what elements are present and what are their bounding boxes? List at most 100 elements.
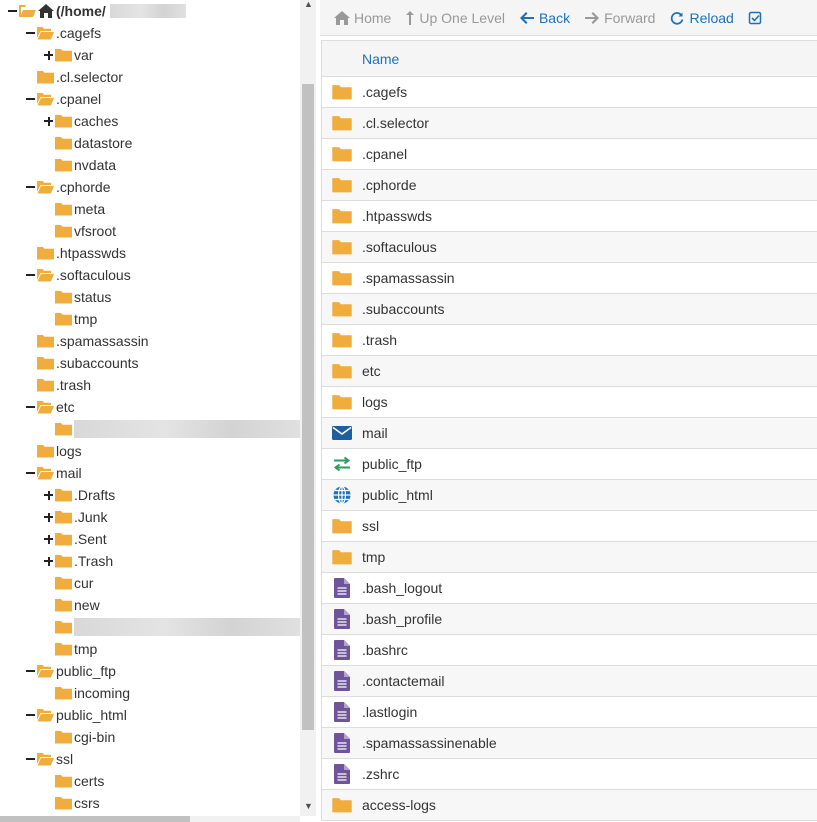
- collapse-icon[interactable]: [24, 22, 36, 44]
- scroll-up-icon[interactable]: ▲: [304, 0, 313, 9]
- table-row[interactable]: .htpasswds: [322, 201, 817, 232]
- table-row[interactable]: .spamassassinenable: [322, 728, 817, 759]
- table-row[interactable]: .bash_logout: [322, 573, 817, 604]
- tree-item[interactable]: tmp: [42, 638, 97, 660]
- file-name[interactable]: ssl: [362, 518, 379, 534]
- file-name[interactable]: etc: [362, 363, 381, 379]
- file-name[interactable]: mail: [362, 425, 388, 441]
- expand-icon[interactable]: [42, 44, 54, 66]
- tree-item[interactable]: .htpasswds: [24, 242, 126, 264]
- table-row[interactable]: .softaculous: [322, 232, 817, 263]
- file-name[interactable]: .subaccounts: [362, 301, 445, 317]
- tree-item[interactable]: public_html: [24, 704, 127, 726]
- file-name[interactable]: .cagefs: [362, 84, 407, 100]
- tree-item[interactable]: csrs: [42, 792, 100, 814]
- tree-item[interactable]: .Trash: [42, 550, 113, 572]
- table-row[interactable]: mail: [322, 418, 817, 449]
- tree-item[interactable]: .trash: [24, 374, 91, 396]
- table-row[interactable]: ssl: [322, 511, 817, 542]
- scrollbar-thumb[interactable]: [0, 816, 190, 822]
- tree-item[interactable]: nvdata: [42, 154, 116, 176]
- tree-item[interactable]: public_ftp: [24, 660, 116, 682]
- file-name[interactable]: .bashrc: [362, 642, 408, 658]
- tree-item[interactable]: .Drafts: [42, 484, 115, 506]
- tree-item[interactable]: [42, 616, 300, 638]
- tree-item[interactable]: mail: [24, 462, 82, 484]
- table-row[interactable]: .cpanel: [322, 139, 817, 170]
- tree-vertical-scrollbar[interactable]: ▲ ▼: [300, 0, 316, 816]
- expand-icon[interactable]: [42, 528, 54, 550]
- collapse-icon[interactable]: [24, 396, 36, 418]
- table-row[interactable]: public_ftp: [322, 449, 817, 480]
- table-row[interactable]: .trash: [322, 325, 817, 356]
- select-all-button[interactable]: [748, 0, 768, 36]
- tree-item[interactable]: .cphorde: [24, 176, 110, 198]
- file-name[interactable]: .softaculous: [362, 239, 437, 255]
- file-name[interactable]: .bash_logout: [362, 580, 442, 596]
- file-name[interactable]: .bash_profile: [362, 611, 442, 627]
- expand-icon[interactable]: [42, 506, 54, 528]
- file-name[interactable]: .spamassassinenable: [362, 735, 497, 751]
- reload-button[interactable]: Reload: [669, 0, 734, 36]
- file-name[interactable]: public_html: [362, 487, 433, 503]
- tree-item[interactable]: tmp: [42, 308, 97, 330]
- tree-item[interactable]: vfsroot: [42, 220, 116, 242]
- table-row[interactable]: .bash_profile: [322, 604, 817, 635]
- tree-item[interactable]: .Sent: [42, 528, 107, 550]
- tree-item[interactable]: caches: [42, 110, 118, 132]
- collapse-icon[interactable]: [24, 462, 36, 484]
- forward-button[interactable]: Forward: [584, 0, 655, 36]
- file-name[interactable]: .spamassassin: [362, 270, 455, 286]
- tree-item[interactable]: var: [42, 44, 93, 66]
- file-name[interactable]: .cphorde: [362, 177, 416, 193]
- file-name[interactable]: .contactemail: [362, 673, 444, 689]
- file-name[interactable]: .cpanel: [362, 146, 407, 162]
- tree-item[interactable]: ssl: [24, 748, 73, 770]
- tree-item[interactable]: logs: [24, 440, 82, 462]
- table-row[interactable]: public_html: [322, 480, 817, 511]
- table-row[interactable]: .bashrc: [322, 635, 817, 666]
- tree-item[interactable]: status: [42, 286, 111, 308]
- table-row[interactable]: .subaccounts: [322, 294, 817, 325]
- collapse-icon[interactable]: [24, 660, 36, 682]
- table-row[interactable]: .lastlogin: [322, 697, 817, 728]
- tree-item[interactable]: meta: [42, 198, 105, 220]
- tree-root[interactable]: (/home/: [6, 0, 186, 22]
- tree-item[interactable]: cgi-bin: [42, 726, 115, 748]
- expand-icon[interactable]: [42, 484, 54, 506]
- table-row[interactable]: .zshrc: [322, 759, 817, 790]
- tree-item[interactable]: incoming: [42, 682, 130, 704]
- table-row[interactable]: .contactemail: [322, 666, 817, 697]
- tree-item[interactable]: etc: [24, 396, 75, 418]
- up-one-level-button[interactable]: Up One Level: [405, 0, 505, 36]
- tree-item[interactable]: .softaculous: [24, 264, 131, 286]
- file-name[interactable]: .cl.selector: [362, 115, 429, 131]
- tree-item[interactable]: datastore: [42, 132, 132, 154]
- table-row[interactable]: access-logs: [322, 790, 817, 821]
- file-name[interactable]: access-logs: [362, 797, 436, 813]
- tree-item[interactable]: .cagefs: [24, 22, 101, 44]
- back-button[interactable]: Back: [519, 0, 570, 36]
- tree-item[interactable]: cur: [42, 572, 93, 594]
- tree-item[interactable]: certs: [42, 770, 104, 792]
- table-row[interactable]: tmp: [322, 542, 817, 573]
- collapse-icon[interactable]: [24, 88, 36, 110]
- tree-item[interactable]: new: [42, 594, 100, 616]
- file-name[interactable]: .lastlogin: [362, 704, 417, 720]
- file-name[interactable]: .htpasswds: [362, 208, 432, 224]
- collapse-icon[interactable]: [24, 176, 36, 198]
- file-name[interactable]: public_ftp: [362, 456, 422, 472]
- collapse-icon[interactable]: [24, 704, 36, 726]
- tree-item[interactable]: .subaccounts: [24, 352, 139, 374]
- scrollbar-thumb[interactable]: [302, 84, 314, 730]
- scroll-down-icon[interactable]: ▼: [304, 802, 313, 811]
- expand-icon[interactable]: [42, 110, 54, 132]
- collapse-icon[interactable]: [24, 748, 36, 770]
- collapse-icon[interactable]: [6, 0, 18, 22]
- tree-item[interactable]: .cl.selector: [24, 66, 123, 88]
- collapse-icon[interactable]: [24, 264, 36, 286]
- file-name[interactable]: .zshrc: [362, 766, 399, 782]
- file-name[interactable]: logs: [362, 394, 388, 410]
- file-name[interactable]: tmp: [362, 549, 385, 565]
- tree-item[interactable]: [42, 418, 300, 440]
